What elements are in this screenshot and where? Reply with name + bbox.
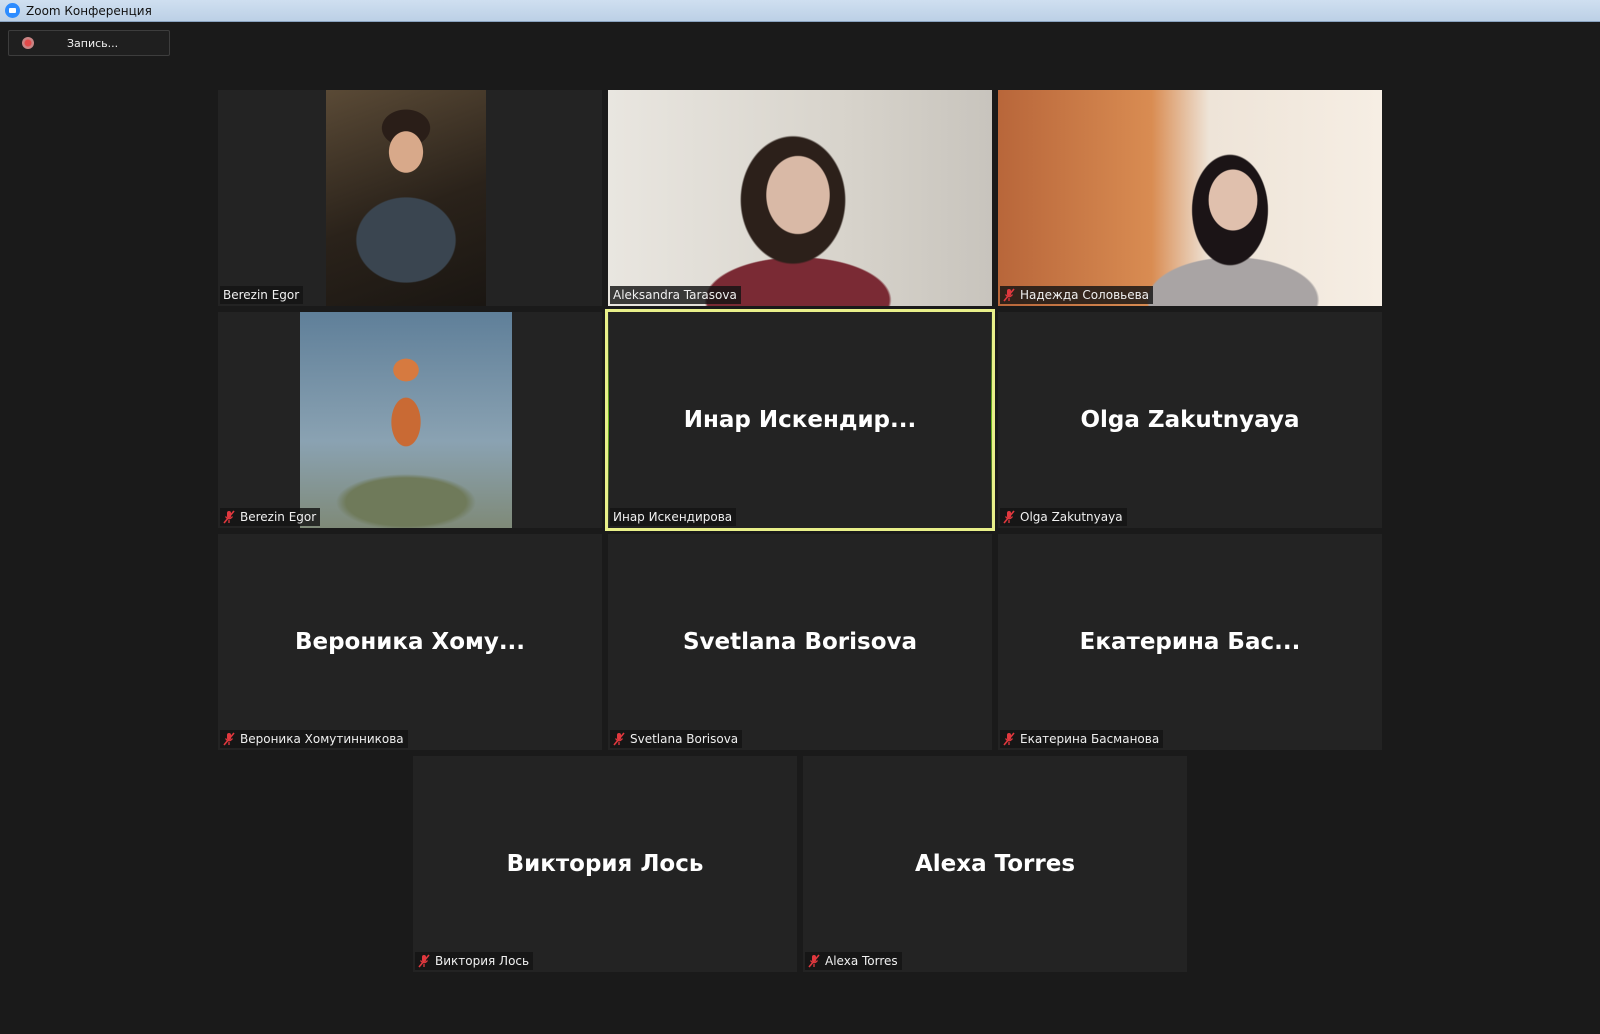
participant-tile[interactable]: Berezin Egor: [218, 90, 602, 306]
participant-display-name: Svetlana Borisova: [682, 629, 918, 655]
participant-video: [608, 90, 992, 306]
participant-display-name: Olga Zakutnyaya: [1080, 407, 1300, 433]
mic-muted-icon: [1003, 732, 1015, 746]
participant-nameplate: Alexa Torres: [805, 952, 902, 970]
participant-display-name: Виктория Лось: [506, 851, 704, 877]
participant-tile[interactable]: Berezin Egor: [218, 312, 602, 528]
recording-label: Запись...: [67, 36, 119, 50]
mic-muted-icon: [1003, 288, 1015, 302]
participant-name: Olga Zakutnyaya: [1020, 510, 1123, 524]
participant-nameplate: Olga Zakutnyaya: [1000, 508, 1127, 526]
participant-nameplate: Berezin Egor: [220, 286, 304, 304]
participant-name: Надежда Соловьева: [1020, 288, 1150, 302]
participant-tile[interactable]: Виктория Лось Виктория Лось: [413, 756, 797, 972]
participant-name: Инар Искендирова: [613, 510, 733, 524]
participant-tile[interactable]: Alexa Torres Alexa Torres: [803, 756, 1187, 972]
mic-muted-icon: [613, 732, 625, 746]
participant-tile[interactable]: Екатерина Бас... Екатерина Басманова: [998, 534, 1382, 750]
mic-muted-icon: [808, 954, 820, 968]
participant-display-name: Вероника Хому...: [294, 629, 526, 655]
participant-name: Aleksandra Tarasova: [613, 288, 737, 302]
zoom-app-icon: [5, 3, 20, 18]
participant-name: Berezin Egor: [223, 288, 300, 302]
participant-name: Berezin Egor: [240, 510, 317, 524]
participant-tile[interactable]: Svetlana Borisova Svetlana Borisova: [608, 534, 992, 750]
participant-nameplate: Вероника Хомутинникова: [220, 730, 408, 748]
participant-video: [300, 312, 512, 528]
participant-nameplate: Надежда Соловьева: [1000, 286, 1154, 304]
participant-name: Alexa Torres: [825, 954, 898, 968]
participant-nameplate: Виктория Лось: [415, 952, 534, 970]
mic-muted-icon: [223, 510, 235, 524]
participant-tile[interactable]: Надежда Соловьева: [998, 90, 1382, 306]
participant-display-name: Инар Искендир...: [683, 407, 917, 433]
record-icon: [22, 37, 34, 49]
mic-muted-icon: [1003, 510, 1015, 524]
participant-tile[interactable]: Вероника Хому... Вероника Хомутинникова: [218, 534, 602, 750]
participant-video: [326, 90, 486, 306]
participant-nameplate: Aleksandra Tarasova: [610, 286, 741, 304]
window-title: Zoom Конференция: [26, 3, 152, 18]
recording-indicator[interactable]: Запись...: [8, 30, 170, 56]
mic-muted-icon: [223, 732, 235, 746]
participant-video: [998, 90, 1382, 306]
participant-nameplate: Инар Искендирова: [610, 508, 737, 526]
mic-muted-icon: [418, 954, 430, 968]
participant-tile[interactable]: Olga Zakutnyaya Olga Zakutnyaya: [998, 312, 1382, 528]
participant-name: Виктория Лось: [435, 954, 530, 968]
window-titlebar[interactable]: Zoom Конференция: [0, 0, 1600, 22]
participant-nameplate: Екатерина Басманова: [1000, 730, 1164, 748]
participant-display-name: Alexa Torres: [914, 851, 1076, 877]
participant-nameplate: Svetlana Borisova: [610, 730, 743, 748]
participant-name: Вероника Хомутинникова: [240, 732, 404, 746]
participant-tile-active-speaker[interactable]: Инар Искендир... Инар Искендирова: [605, 309, 995, 531]
participant-name: Svetlana Borisova: [630, 732, 739, 746]
participant-nameplate: Berezin Egor: [220, 508, 321, 526]
participant-tile[interactable]: Aleksandra Tarasova: [608, 90, 992, 306]
participant-display-name: Екатерина Бас...: [1079, 629, 1301, 655]
participant-name: Екатерина Басманова: [1020, 732, 1160, 746]
